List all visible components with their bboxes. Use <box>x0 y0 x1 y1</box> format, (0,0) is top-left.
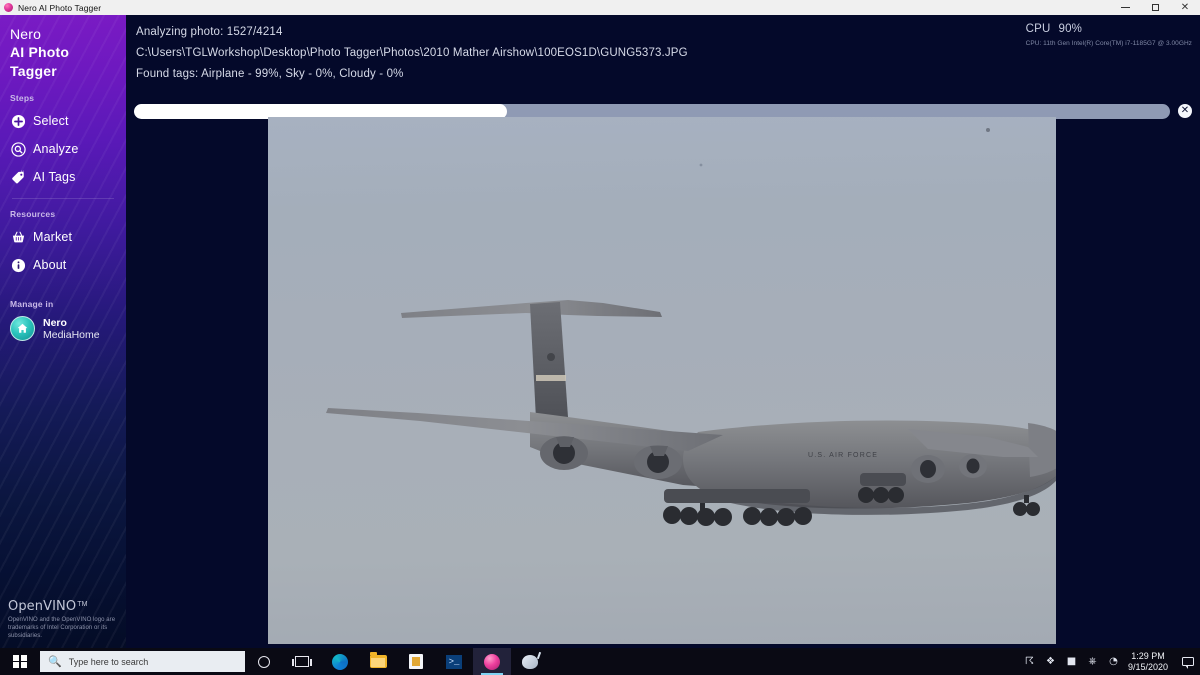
taskbar-item-task-view[interactable] <box>283 648 321 675</box>
store-icon <box>409 654 423 669</box>
mediahome-line-2: MediaHome <box>43 328 100 341</box>
maximize-icon <box>1151 4 1159 11</box>
taskbar-item-microsoft-store[interactable] <box>397 648 435 675</box>
battery-icon[interactable]: ■ <box>1061 648 1082 675</box>
close-button[interactable]: ✕ <box>1170 0 1200 15</box>
svg-text:U.S. AIR FORCE: U.S. AIR FORCE <box>808 452 878 459</box>
clock-time: 1:29 PM <box>1131 650 1165 661</box>
powershell-icon: >_ <box>446 654 462 669</box>
bluetooth-icon[interactable]: ☈ <box>1019 648 1040 675</box>
steps-section-label: Steps <box>10 93 35 103</box>
current-file-path: C:\Users\TGLWorkshop\Desktop\Photo Tagge… <box>136 47 688 59</box>
airplane-illustration: U.S. AIR FORCE <box>326 128 1056 526</box>
search-placeholder: Type here to search <box>68 656 149 667</box>
openvino-trademark-note: OpenVINO and the OpenVINO logo are trade… <box>8 617 116 639</box>
security-icon[interactable]: ❖ <box>1040 648 1061 675</box>
home-circle-icon <box>10 316 35 341</box>
sidebar-item-market[interactable]: Market <box>0 223 126 251</box>
svg-text:AI: AI <box>20 170 23 174</box>
status-text-block: Analyzing photo: 1527/4214 C:\Users\TGLW… <box>136 22 688 85</box>
notification-icon <box>1182 657 1194 669</box>
nero-app-icon <box>484 653 500 670</box>
taskbar-item-cortana[interactable] <box>245 648 283 675</box>
sidebar-item-ai-tags[interactable]: AI AI Tags <box>0 163 126 191</box>
close-circle-icon: ✕ <box>1180 105 1190 116</box>
application-window: Nero AI Photo Tagger ✕ Nero AI Photo Tag… <box>0 0 1200 648</box>
taskbar-item-edge[interactable] <box>321 648 359 675</box>
brand-line-2: AI Photo <box>10 44 70 60</box>
cpu-label: CPU <box>1025 23 1051 35</box>
ai-tag-icon: AI <box>10 169 26 185</box>
brand-line-3: Tagger <box>10 63 57 79</box>
title-bar: Nero AI Photo Tagger ✕ <box>0 0 1200 15</box>
found-tags-status: Found tags: Airplane - 99%, Sky - 0%, Cl… <box>136 68 404 80</box>
openvino-logo-text: OpenVINO <box>8 599 77 614</box>
maximize-button[interactable] <box>1140 0 1170 15</box>
info-circle-icon <box>10 257 26 273</box>
taskbar-item-powershell[interactable]: >_ <box>435 648 473 675</box>
openvino-logo: OpenVINO TM <box>8 600 126 613</box>
cpu-model-detail: CPU: 11th Gen Intel(R) Core(TM) i7-1185G… <box>1025 40 1192 47</box>
volume-icon[interactable]: ◔ <box>1103 648 1124 675</box>
sidebar-item-label: About <box>33 258 67 272</box>
cpu-percent: 90% <box>1058 23 1083 35</box>
notification-center-button[interactable] <box>1176 648 1200 675</box>
sidebar-item-label: Select <box>33 114 69 128</box>
sidebar-item-label: Market <box>33 230 73 244</box>
start-button[interactable] <box>0 648 40 675</box>
taskbar-item-nero-ai-photo-tagger[interactable] <box>473 648 511 675</box>
analyzed-photo-image: U.S. AIR FORCE <box>268 117 1056 644</box>
plus-circle-icon <box>10 113 26 129</box>
search-input[interactable]: 🔍 Type here to search <box>40 651 245 672</box>
task-view-icon <box>292 656 312 667</box>
minimize-icon <box>1120 7 1130 8</box>
brand-line-1: Nero <box>10 26 42 42</box>
manage-in-nero-mediahome[interactable]: Nero MediaHome <box>0 316 126 341</box>
shopping-basket-icon <box>10 229 26 245</box>
cpu-usage-block: CPU 90% CPU: 11th Gen Intel(R) Core(TM) i… <box>1026 23 1192 47</box>
sidebar-item-about[interactable]: About <box>0 251 126 279</box>
app-branding: Nero AI Photo Tagger <box>0 15 126 81</box>
mediahome-labels: Nero MediaHome <box>43 317 100 341</box>
openvino-trademark-mark: TM <box>77 601 88 608</box>
system-tray: ☈ ❖ ■ ⎈ ◔ 1:29 PM 9/15/2020 <box>1019 648 1200 675</box>
windows-taskbar: 🔍 Type here to search >_ ☈ ❖ ■ ⎈ ◔ 1:29 … <box>0 648 1200 675</box>
taskbar-item-other-app[interactable] <box>511 648 549 675</box>
magnifier-circle-icon <box>10 141 26 157</box>
search-icon: 🔍 <box>48 655 62 668</box>
network-icon[interactable]: ⎈ <box>1082 648 1103 675</box>
photo-preview: U.S. AIR FORCE <box>268 117 1056 644</box>
sidebar-divider <box>12 198 114 199</box>
resources-section-label: Resources <box>10 209 56 219</box>
manage-section-label: Manage in <box>10 299 54 309</box>
windows-logo-icon <box>13 654 27 669</box>
close-icon: ✕ <box>1180 1 1190 13</box>
mediahome-line-1: Nero <box>43 316 67 329</box>
nero-app-icon <box>4 3 13 12</box>
sidebar-item-analyze[interactable]: Analyze <box>0 135 126 163</box>
taskbar-item-file-explorer[interactable] <box>359 648 397 675</box>
circle-icon <box>258 655 270 668</box>
sidebar-item-select[interactable]: Select <box>0 107 126 135</box>
minimize-button[interactable] <box>1110 0 1140 15</box>
app-icon <box>522 654 538 669</box>
sidebar-item-label: Analyze <box>33 142 79 156</box>
main-content: Analyzing photo: 1527/4214 C:\Users\TGLW… <box>126 15 1200 648</box>
openvino-attribution: OpenVINO TM OpenVINO and the OpenVINO lo… <box>8 600 126 640</box>
edge-icon <box>332 653 348 670</box>
folder-icon <box>369 652 387 668</box>
analyzing-photo-status: Analyzing photo: 1527/4214 <box>136 26 283 38</box>
sidebar-item-label: AI Tags <box>33 170 76 184</box>
sidebar: Nero AI Photo Tagger Steps Select Analyz… <box>0 15 126 648</box>
cancel-analysis-button[interactable]: ✕ <box>1178 104 1192 118</box>
window-title: Nero AI Photo Tagger <box>18 2 102 13</box>
clock[interactable]: 1:29 PM 9/15/2020 <box>1124 651 1176 673</box>
cpu-usage-line: CPU 90% <box>1026 23 1192 35</box>
clock-date: 9/15/2020 <box>1127 661 1168 672</box>
